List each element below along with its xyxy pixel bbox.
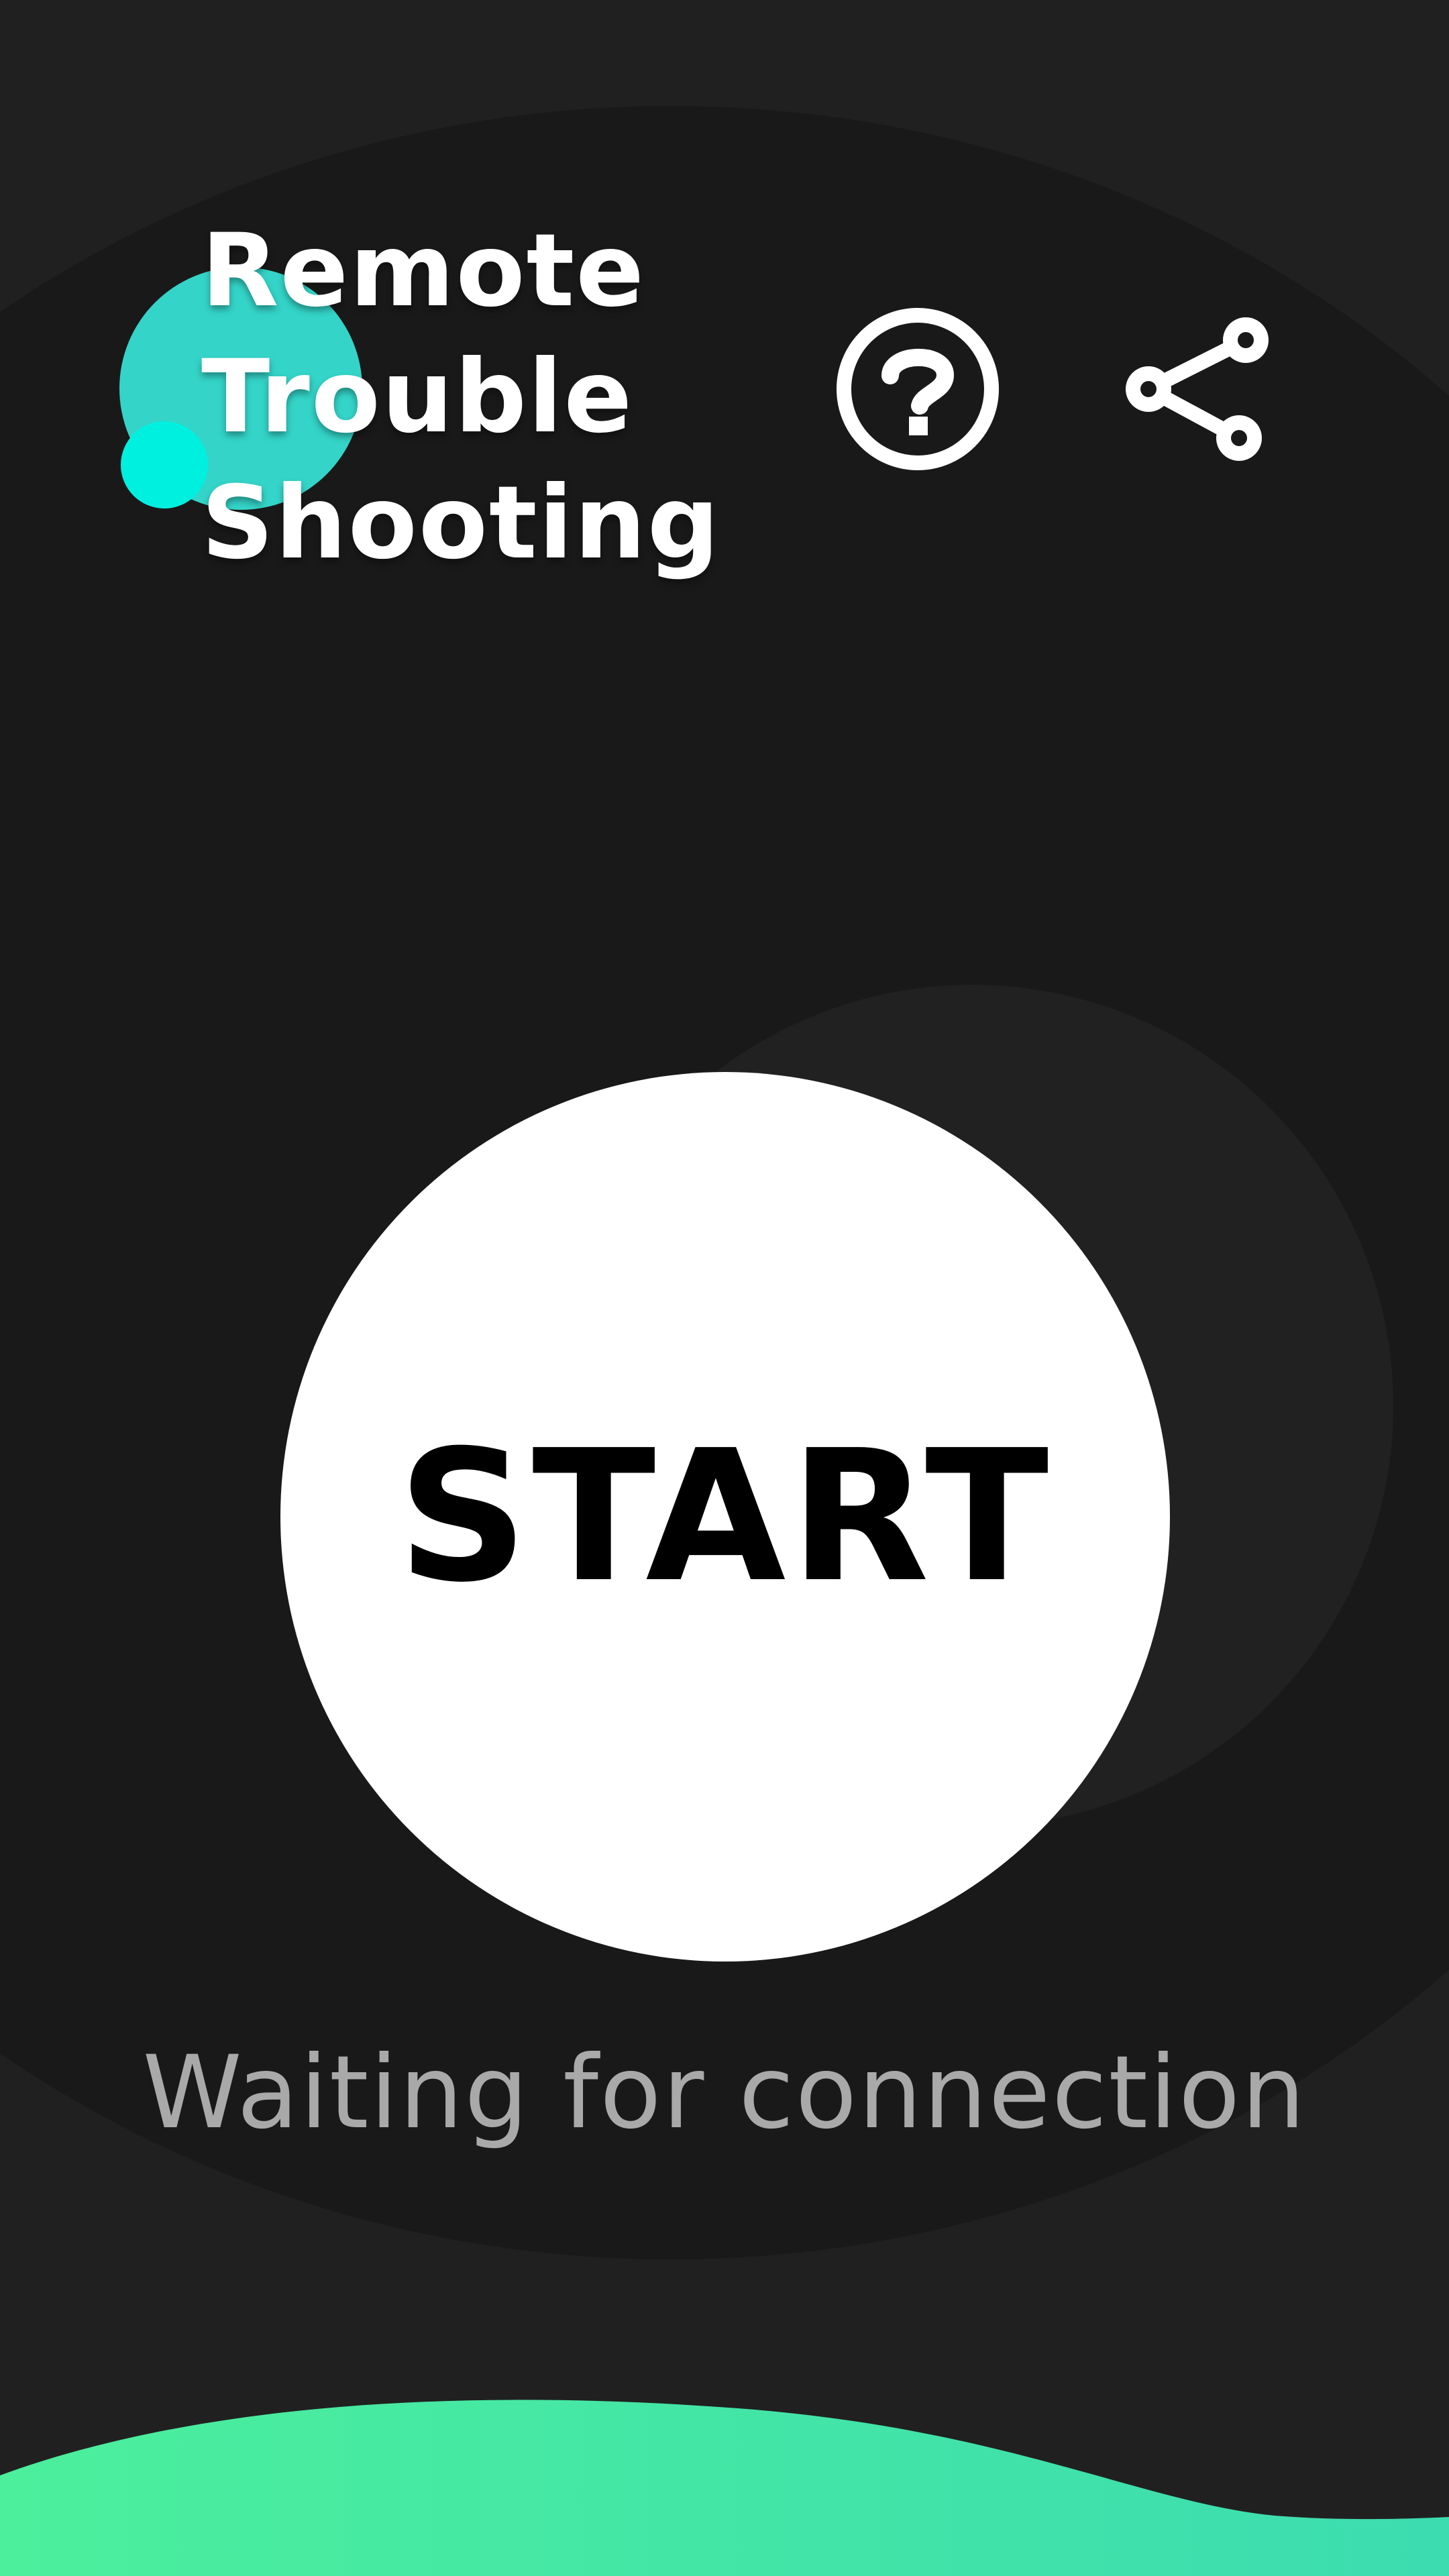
- start-button-label: START: [397, 1411, 1053, 1622]
- start-button[interactable]: START: [280, 1072, 1170, 1962]
- help-button[interactable]: [830, 302, 1005, 476]
- app-logo: Remote Trouble Shooting: [0, 0, 738, 604]
- app-title-line: Trouble: [201, 339, 634, 455]
- share-nodes-icon: [1126, 317, 1269, 461]
- app-title: Remote Trouble Shooting: [201, 208, 720, 586]
- logo-circle-small: [121, 421, 208, 508]
- app-screen: Remote Trouble Shooting START Waiting fo…: [0, 0, 1449, 2576]
- app-title-line: Shooting: [201, 465, 721, 582]
- connection-status: Waiting for connection: [142, 2035, 1307, 2151]
- question-circle-icon: [837, 308, 999, 470]
- app-title-line: Remote: [201, 213, 646, 329]
- share-button[interactable]: [1107, 302, 1281, 476]
- bottom-wave-decoration: [0, 2400, 1449, 2576]
